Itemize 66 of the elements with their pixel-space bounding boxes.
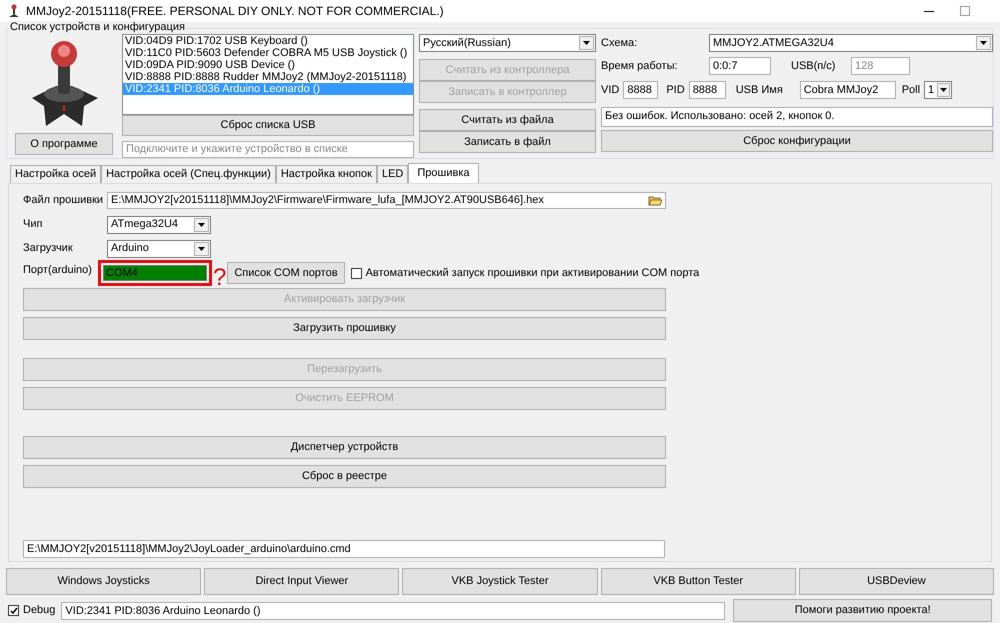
caret-icon (940, 88, 948, 92)
firmware-action-button[interactable]: Сброс в реестре (23, 465, 666, 488)
device-list-item[interactable]: VID:8888 PID:8888 Rudder MMJoy2 (MMJoy2-20151118) (123, 71, 413, 83)
loader-dropdown[interactable]: Arduino (107, 240, 211, 258)
tab[interactable]: LED (376, 165, 408, 183)
field-label: USB(п/с) (791, 58, 836, 74)
tab[interactable]: Настройка осей (10, 165, 102, 183)
pid-field[interactable]: 8888 (688, 81, 726, 99)
tab[interactable]: Настройка кнопок (276, 165, 377, 183)
tab[interactable]: Прошивка (408, 163, 478, 183)
window-title: MMJoy2-20151118(FREE. PERSONAL DIY ONLY. NOT FOR COMMERCIAL.) (26, 3, 444, 20)
minimize-icon[interactable] (924, 10, 934, 12)
folder-icon[interactable] (648, 195, 662, 206)
support-button[interactable]: Помоги развитию проекта! (733, 599, 992, 622)
field-label: Чип (23, 217, 44, 232)
scheme-dropdown[interactable]: MMJOY2.ATMEGA32U4 (709, 34, 993, 52)
tab[interactable]: Настройка осей (Спец.функции) (101, 165, 276, 183)
cmd-path-field[interactable]: E:\MMJOY2[v20151118]\MMJoy2\JoyLoader_arduino\arduino.cmd (23, 540, 665, 558)
field-label: Файл прошивки (23, 193, 104, 208)
uptime-field[interactable]: 0:0:7 (709, 57, 771, 75)
com-list-button[interactable]: Список COM портов (227, 262, 345, 284)
maximize-icon[interactable] (960, 6, 970, 16)
chip-dropdown[interactable]: ATmega32U4 (107, 216, 211, 234)
field-label: VID (601, 82, 620, 98)
firmware-file-field[interactable]: E:\MMJOY2[v20151118]\MMJoy2\Firmware\Firmware_lufa_[MMJOY2.AT90USB646].hex (107, 192, 666, 209)
checkbox[interactable] (350, 268, 362, 278)
config-status-field[interactable]: Без ошибок. Использовано: осей 2, кнопок 0. (601, 107, 993, 127)
field-label: Автоматический запуск прошивки при активировании COM порта (366, 266, 700, 281)
caret-icon (198, 222, 205, 226)
firmware-action-button[interactable]: Диспетчер устройств (23, 436, 666, 459)
field-label: Debug (23, 603, 56, 618)
field-label: Время работы: (601, 58, 679, 74)
language-dropdown[interactable]: Русский(Russian) (419, 34, 596, 52)
reset-config-button[interactable]: Сброс конфигурации (601, 130, 993, 152)
field-label: Схема: (601, 36, 638, 51)
tool-button[interactable]: Direct Input Viewer (204, 568, 400, 595)
field-label: Загрузчик (23, 241, 74, 256)
about-button[interactable]: О программе (15, 133, 113, 155)
port-field[interactable]: COM4 (103, 265, 207, 281)
usb-name-field[interactable]: Cobra MMJoy2 (800, 81, 896, 99)
caret-icon (980, 41, 987, 45)
device-list-item[interactable]: VID:11C0 PID:5603 Defender COBRA M5 USB Joystick () (123, 47, 413, 59)
firmware-action-button[interactable]: Загрузить прошивку (23, 317, 666, 340)
reset-usb-button[interactable]: Сброс списка USB (122, 115, 414, 136)
tool-button[interactable]: USBDeview (798, 568, 994, 595)
file-button[interactable]: Записать в файл (419, 131, 596, 153)
device-list-item[interactable]: VID:04D9 PID:1702 USB Keyboard () (123, 35, 413, 47)
tool-button[interactable]: VKB Button Tester (600, 568, 796, 595)
poll-dropdown[interactable]: 1 (924, 81, 952, 99)
debug-field[interactable]: VID:2341 PID:8036 Arduino Leonardo () (61, 602, 726, 620)
field-label: PID (666, 82, 685, 98)
vid-field[interactable]: 8888 (623, 81, 658, 99)
group-title: Список устройств и конфигурация (9, 21, 186, 34)
field-label: Poll (902, 82, 920, 98)
tool-button[interactable]: Windows Joysticks (6, 568, 202, 595)
caret-icon (198, 246, 205, 250)
joystick-icon (8, 4, 20, 18)
caret-icon (583, 41, 590, 45)
file-button[interactable]: Считать из файла (419, 109, 596, 131)
device-list-item[interactable]: VID:09DA PID:9090 USB Device () (123, 59, 413, 71)
question-mark: ? (213, 266, 226, 290)
field-label: Порт(arduino) (23, 263, 93, 278)
tool-button[interactable]: VKB Joystick Tester (402, 568, 598, 595)
field-label: USB Имя (736, 82, 784, 98)
status-field[interactable]: Подключите и укажите устройство в списке (122, 140, 414, 158)
debug-checkbox[interactable] (8, 605, 19, 616)
